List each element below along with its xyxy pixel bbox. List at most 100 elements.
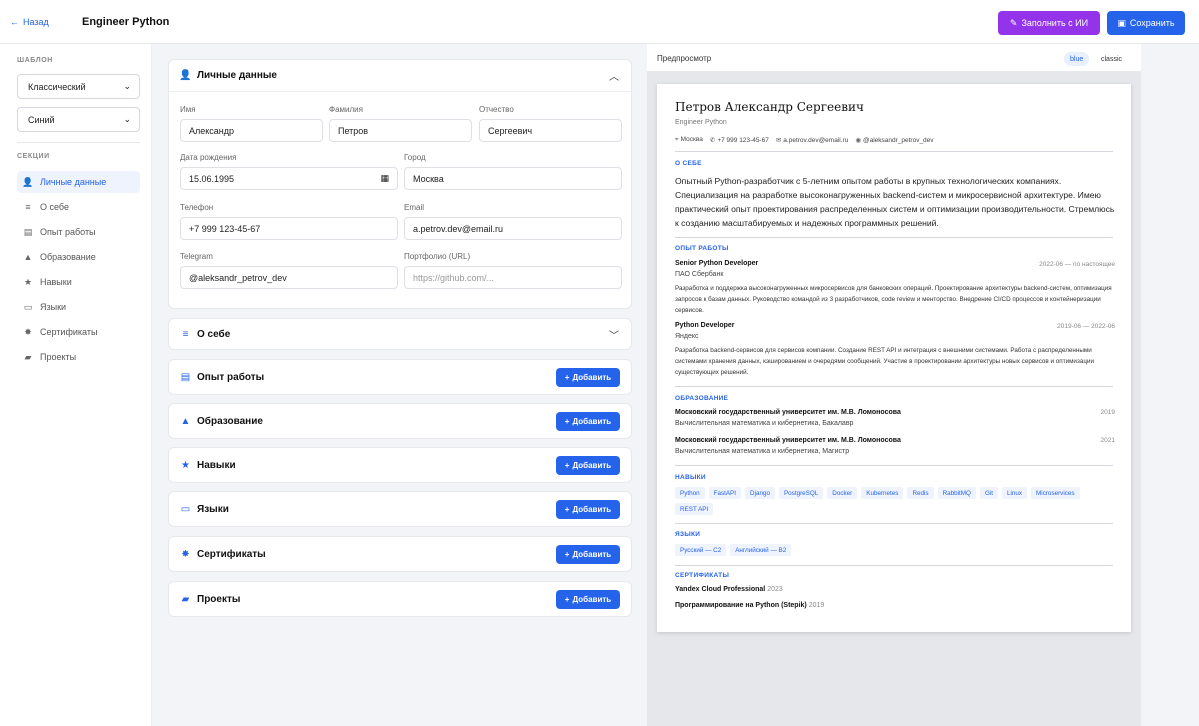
education-card: ▲ Образование + Добавить: [168, 403, 632, 439]
template-chip: classic: [1101, 55, 1123, 63]
language-tags: Русский — C2 Английский — B2: [675, 544, 1115, 556]
card-divider: [169, 91, 631, 92]
telegram-field[interactable]: @aleksandr_petrov_dev: [180, 266, 398, 289]
map-pin-icon: ⌖: [675, 136, 679, 143]
about-text: Опытный Python-разработчик с 5-летним оп…: [675, 176, 1115, 228]
languages-heading: ЯЗЫКИ: [675, 531, 701, 538]
card-title: Сертификаты: [197, 549, 266, 560]
chevron-down-icon[interactable]: ﹀: [609, 327, 619, 342]
chevron-up-icon[interactable]: ︿: [609, 68, 619, 83]
sidebar-item-personal[interactable]: 👤 Личные данные: [17, 171, 140, 193]
projects-card: ▰ Проекты + Добавить: [168, 581, 632, 617]
certificates-card: ✸ Сертификаты + Добавить: [168, 536, 632, 572]
ai-fill-button[interactable]: ✎ Заполнить с ИИ: [998, 11, 1100, 35]
star-icon: ★: [23, 276, 33, 287]
resume-position: Engineer Python: [675, 119, 727, 126]
sidebar-divider: [17, 142, 140, 143]
about-card[interactable]: ≡ О себе ﹀: [168, 318, 632, 350]
job-company: Яндекс: [675, 333, 699, 340]
back-link[interactable]: ← Назад: [10, 17, 49, 27]
add-languages-button[interactable]: + Добавить: [556, 500, 620, 519]
education-degree: Вычислительная математика и кибернетика,…: [675, 448, 850, 455]
sidebar-item-certificates[interactable]: ✸ Сертификаты: [17, 321, 140, 343]
sidebar-item-about[interactable]: ≡ О себе: [17, 196, 140, 218]
add-label: Добавить: [572, 595, 612, 604]
card-title: Опыт работы: [197, 372, 265, 383]
calendar-icon[interactable]: ▦: [380, 173, 389, 184]
skills-card: ★ Навыки + Добавить: [168, 447, 632, 483]
sidebar-item-languages[interactable]: ▭ Языки: [17, 296, 140, 318]
template-select[interactable]: Классический ⌄: [17, 74, 140, 99]
skill-tag: Kubernetes: [861, 487, 904, 499]
certificate-name: Yandex Cloud Professional: [675, 586, 766, 593]
template-select-value: Классический: [28, 81, 86, 92]
education-school: Московский государственный университет и…: [675, 409, 901, 416]
resume-divider: [675, 523, 1113, 524]
add-label: Добавить: [572, 550, 612, 559]
sidebar-item-label: Проекты: [40, 352, 77, 362]
sidebar-item-label: Образование: [40, 252, 96, 262]
resume-divider: [675, 151, 1113, 152]
city-field[interactable]: Москва: [404, 167, 622, 190]
add-education-button[interactable]: + Добавить: [556, 412, 620, 431]
skills-tags: Python FastAPI Django PostgreSQL Docker …: [675, 487, 1115, 515]
sidebar-item-experience[interactable]: ▤ Опыт работы: [17, 221, 140, 243]
about-header[interactable]: ≡ О себе: [180, 329, 231, 340]
align-left-icon: ≡: [25, 202, 31, 212]
phone-field[interactable]: +7 999 123-45-67: [180, 217, 398, 240]
add-certificates-button[interactable]: + Добавить: [556, 545, 620, 564]
language-tag: Английский — B2: [730, 544, 792, 556]
resume-divider: [675, 565, 1113, 566]
plus-icon: +: [564, 373, 570, 382]
add-label: Добавить: [572, 373, 612, 382]
ai-fill-label: Заполнить с ИИ: [1021, 18, 1089, 28]
middle-name-label: Отчество: [479, 105, 514, 114]
add-label: Добавить: [572, 461, 612, 470]
skill-tag: Django: [745, 487, 775, 499]
telegram-label: Telegram: [180, 252, 213, 261]
job-description: Разработка backend-сервисов для сервисов…: [675, 347, 1094, 376]
skill-tag: Redis: [907, 487, 934, 499]
education-year: 2021: [1100, 437, 1115, 444]
sidebar: ШАБЛОН Классический ⌄ Синий ⌄ СЕКЦИИ 👤 Л…: [0, 44, 152, 726]
contact-telegram: @aleksandr_petrov_dev: [862, 137, 934, 144]
birth-date-field[interactable]: 15.06.1995 ▦: [180, 167, 398, 190]
contact-email: a.petrov.dev@email.ru: [783, 137, 849, 144]
birth-date-value: 15.06.1995: [189, 173, 235, 184]
first-name-field[interactable]: Александр: [180, 119, 323, 142]
portfolio-label: Портфолио (URL): [404, 252, 471, 261]
portfolio-field[interactable]: https://github.com/...: [404, 266, 622, 289]
plus-icon: +: [564, 461, 570, 470]
projects-header: ▰ Проекты: [180, 594, 241, 605]
sidebar-item-skills[interactable]: ★ Навыки: [17, 271, 140, 293]
skills-heading: НАВЫКИ: [675, 474, 706, 481]
middle-name-field[interactable]: Сергеевич: [479, 119, 622, 142]
personal-data-header[interactable]: 👤 Личные данные: [179, 70, 277, 81]
skill-tag: Linux: [1001, 487, 1028, 499]
add-projects-button[interactable]: + Добавить: [556, 590, 620, 609]
certificates-header: ✸ Сертификаты: [180, 549, 266, 560]
telegram-icon: ◉: [855, 137, 861, 144]
email-field[interactable]: a.petrov.dev@email.ru: [404, 217, 622, 240]
arrow-left-icon: ←: [10, 17, 19, 27]
add-experience-button[interactable]: + Добавить: [556, 368, 620, 387]
sidebar-item-label: Сертификаты: [40, 327, 98, 337]
contact-phone: +7 999 123-45-67: [717, 137, 769, 144]
card-title: Личные данные: [197, 70, 277, 81]
sidebar-item-education[interactable]: ▲ Образование: [17, 246, 140, 268]
card-title: Образование: [197, 416, 263, 427]
save-button[interactable]: ▣ Сохранить: [1107, 11, 1185, 35]
color-select[interactable]: Синий ⌄: [17, 107, 140, 132]
last-name-field[interactable]: Петров: [329, 119, 472, 142]
add-skills-button[interactable]: + Добавить: [556, 456, 620, 475]
skill-tag: Python: [675, 487, 705, 499]
language-icon: ▭: [23, 301, 33, 312]
sidebar-item-label: Языки: [40, 302, 67, 312]
save-label: Сохранить: [1129, 18, 1175, 28]
certificate-icon: ✸: [181, 549, 190, 560]
certificate-item: Программирование на Python (Stepik) 2019: [675, 602, 824, 609]
sidebar-item-projects[interactable]: ▰ Проекты: [17, 346, 140, 368]
job-company: ПАО Сбербанк: [675, 271, 724, 278]
folder-icon: ▰: [24, 351, 32, 362]
certificates-heading: СЕРТИФИКАТЫ: [675, 572, 730, 579]
